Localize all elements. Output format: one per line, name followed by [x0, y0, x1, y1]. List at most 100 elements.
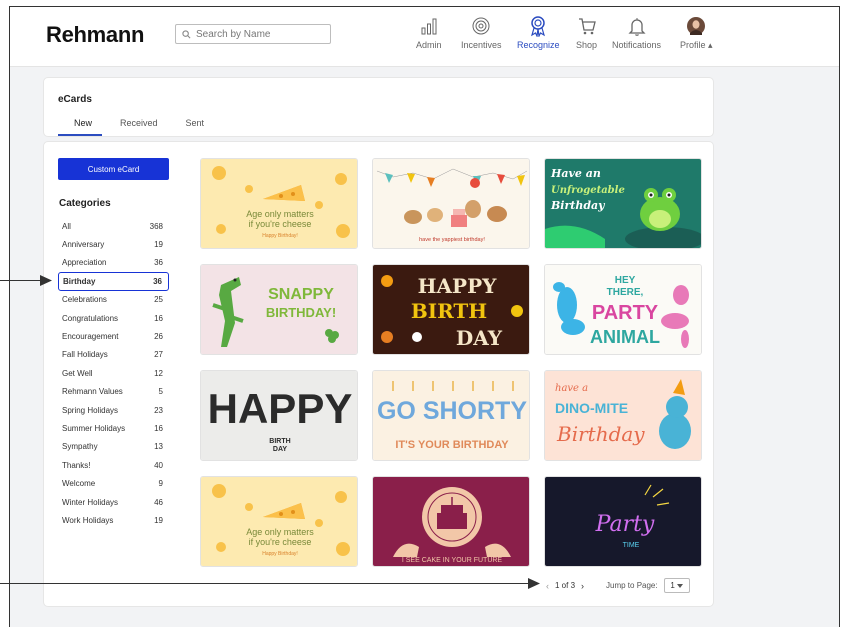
tab-sent[interactable]: Sent: [168, 118, 215, 136]
nav-profile[interactable]: Profile ▴: [680, 15, 713, 51]
ecard-retro[interactable]: HAPPY BIRTH DAY: [372, 264, 530, 355]
svg-text:HEY: HEY: [615, 275, 636, 286]
frog-card-art: Have an Unfrogetable Birthday: [545, 159, 701, 248]
custom-ecard-button[interactable]: Custom eCard: [58, 158, 169, 180]
svg-text:BIRTH: BIRTH: [269, 438, 290, 445]
category-name: All: [62, 221, 71, 231]
tab-new[interactable]: New: [58, 118, 103, 136]
search-icon: [182, 29, 191, 38]
category-name: Work Holidays: [62, 515, 114, 525]
category-summer-holidays[interactable]: Summer Holidays 16: [58, 419, 169, 437]
category-spring-holidays[interactable]: Spring Holidays 23: [58, 401, 169, 419]
svg-text:IT'S YOUR BIRTHDAY: IT'S YOUR BIRTHDAY: [395, 439, 509, 451]
ecard-grid: Age only matters if you're cheese Happy …: [200, 158, 702, 567]
category-name: Thanks!: [62, 460, 91, 470]
nav-recognize[interactable]: Recognize: [517, 15, 560, 50]
category-name: Celebrations: [62, 295, 107, 305]
nav-incentives[interactable]: Incentives: [461, 15, 502, 50]
ecards-content-panel: Custom eCard Categories All 368 Anniversar…: [43, 141, 714, 607]
page-select[interactable]: 1: [663, 578, 690, 593]
pagination: ‹ 1 of 3 › Jump to Page: 1: [546, 578, 690, 593]
category-sympathy[interactable]: Sympathy 13: [58, 438, 169, 456]
callout-line-pagination: [0, 583, 532, 584]
jump-to-page-label: Jump to Page:: [606, 581, 658, 590]
page-title: eCards: [58, 94, 92, 105]
logo[interactable]: Rehmann: [46, 22, 144, 48]
category-encouragement[interactable]: Encouragement 26: [58, 327, 169, 345]
svg-text:have a: have a: [555, 383, 588, 394]
ecard-neon-party[interactable]: Party TIME: [544, 476, 702, 567]
category-rehmann-values[interactable]: Rehmann Values 5: [58, 383, 169, 401]
ecard-cheese-2[interactable]: Age only matters if you're cheese Happy …: [200, 476, 358, 567]
puppies-card-art: have the yappiest birthday!: [373, 159, 529, 248]
nav-admin[interactable]: Admin: [416, 15, 442, 50]
category-winter-holidays[interactable]: Winter Holidays 46: [58, 493, 169, 511]
svg-text:Happy Birthday!: Happy Birthday!: [262, 551, 298, 557]
category-birthday[interactable]: Birthday 36: [58, 272, 169, 291]
svg-text:HAPPY: HAPPY: [418, 274, 497, 298]
category-thanks[interactable]: Thanks! 40: [58, 456, 169, 474]
category-name: Rehmann Values: [62, 387, 123, 397]
ecard-dino[interactable]: have a DINO-MITE Birthday: [544, 370, 702, 461]
bell-icon: [627, 18, 646, 36]
cheese-card-art: Age only matters if you're cheese Happy …: [201, 477, 357, 566]
ecard-happy-bold[interactable]: HAPPY BIRTH DAY: [200, 370, 358, 461]
search-input[interactable]: Search by Name: [175, 24, 331, 44]
next-page-button[interactable]: ›: [581, 581, 584, 591]
nav-label: Admin: [416, 40, 442, 50]
ribbon-icon: [531, 16, 546, 37]
ecard-go-shorty[interactable]: GO SHORTY IT'S YOUR BIRTHDAY: [372, 370, 530, 461]
prev-page-button[interactable]: ‹: [546, 581, 549, 591]
cart-icon: [578, 18, 596, 35]
go-shorty-card-art: GO SHORTY IT'S YOUR BIRTHDAY: [373, 371, 529, 460]
category-list: All 368 Anniversary 19 Appreciation 36 Birthda…: [58, 217, 169, 530]
nav-notifications[interactable]: Notifications: [612, 15, 661, 50]
caret-down-icon: [676, 583, 683, 588]
svg-text:Birthday: Birthday: [550, 199, 606, 212]
tab-received[interactable]: Received: [102, 118, 168, 136]
page-indicator: 1 of 3: [555, 581, 576, 590]
category-congratulations[interactable]: Congratulations 16: [58, 309, 169, 327]
ecard-snappy[interactable]: SNAPPY BIRTHDAY!: [200, 264, 358, 355]
category-name: Encouragement: [62, 332, 119, 342]
category-name: Appreciation: [62, 258, 107, 268]
category-count: 12: [154, 368, 163, 378]
svg-text:have the yappiest birthday!: have the yappiest birthday!: [419, 237, 485, 243]
snappy-card-art: SNAPPY BIRTHDAY!: [201, 265, 357, 354]
svg-text:Party: Party: [595, 512, 655, 537]
ecard-party-animal[interactable]: HEY THERE, PARTY ANIMAL: [544, 264, 702, 355]
svg-text:ANIMAL: ANIMAL: [590, 327, 660, 347]
category-count: 36: [153, 276, 162, 286]
category-count: 9: [158, 479, 163, 489]
ecard-frog[interactable]: Have an Unfrogetable Birthday: [544, 158, 702, 249]
callout-line-birthday: [0, 280, 44, 281]
category-count: 19: [154, 240, 163, 250]
svg-text:Age only matters: Age only matters: [246, 527, 314, 537]
svg-text:DAY: DAY: [456, 326, 503, 350]
nav-label: Recognize: [517, 40, 560, 50]
ecard-cheese[interactable]: Age only matters if you're cheese Happy …: [200, 158, 358, 249]
category-celebrations[interactable]: Celebrations 25: [58, 291, 169, 309]
svg-text:Have an: Have an: [550, 167, 601, 180]
category-anniversary[interactable]: Anniversary 19: [58, 235, 169, 253]
ecard-puppies[interactable]: have the yappiest birthday!: [372, 158, 530, 249]
category-all[interactable]: All 368: [58, 217, 169, 235]
category-name: Spring Holidays: [62, 405, 119, 415]
category-count: 36: [154, 258, 163, 268]
category-fall-holidays[interactable]: Fall Holidays 27: [58, 346, 169, 364]
category-count: 16: [154, 313, 163, 323]
svg-text:GO SHORTY: GO SHORTY: [377, 397, 527, 425]
category-welcome[interactable]: Welcome 9: [58, 474, 169, 492]
category-count: 25: [154, 295, 163, 305]
category-count: 16: [154, 423, 163, 433]
ecard-cake-fortune[interactable]: I SEE CAKE IN YOUR FUTURE: [372, 476, 530, 567]
svg-text:BIRTHDAY!: BIRTHDAY!: [266, 305, 336, 320]
category-get-well[interactable]: Get Well 12: [58, 364, 169, 382]
category-work-holidays[interactable]: Work Holidays 19: [58, 511, 169, 529]
svg-text:if you're cheese: if you're cheese: [249, 537, 312, 547]
categories-title: Categories: [59, 198, 111, 209]
top-navigation-bar: Rehmann Search by Name Admin Incentives …: [10, 7, 839, 67]
nav-shop[interactable]: Shop: [576, 15, 597, 50]
category-appreciation[interactable]: Appreciation 36: [58, 254, 169, 272]
search-placeholder: Search by Name: [196, 28, 271, 40]
